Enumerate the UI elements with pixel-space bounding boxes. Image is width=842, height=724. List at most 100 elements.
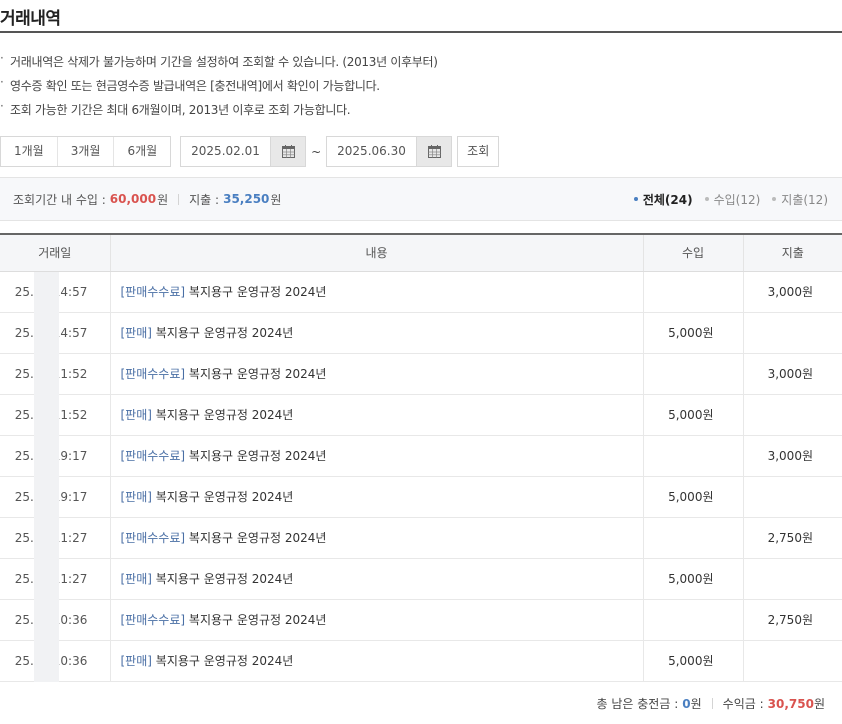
income-amount: 5,000원 <box>642 312 743 354</box>
redaction-mask <box>34 599 59 641</box>
table-row: 25.0 11:27 [판매] 복지용구 운영규정 2024년 5,000원 <box>0 558 842 600</box>
transaction-title[interactable]: 복지용구 운영규정 2024년 <box>156 654 294 668</box>
transaction-title[interactable]: 복지용구 운영규정 2024년 <box>189 613 327 627</box>
page-title-bar: 거래내역 <box>0 0 842 33</box>
tab-all-label: 전체(24) <box>642 192 693 207</box>
expense-amount: 3,000원 <box>742 353 842 395</box>
income-unit: 원 <box>157 192 169 207</box>
table-row: 25.0 11:52 [판매수수료] 복지용구 운영규정 2024년 3,000원 <box>0 353 842 395</box>
start-date-picker: 2025.02.01 <box>180 136 307 167</box>
divider <box>178 193 180 205</box>
income-amount <box>642 353 743 395</box>
transaction-title[interactable]: 복지용구 운영규정 2024년 <box>156 326 294 340</box>
search-button[interactable]: 조회 <box>457 136 500 167</box>
transaction-title[interactable]: 복지용구 운영규정 2024년 <box>156 572 294 586</box>
type-filter-tabs: 전체(24) 수입(12) 지출(12) <box>622 191 828 208</box>
transaction-type-tag: [판매수수료] <box>120 367 186 381</box>
redaction-mask <box>34 271 59 313</box>
transaction-date-cell: 25.0 10:36 <box>0 599 110 641</box>
transaction-type-tag: [판매수수료] <box>120 531 186 545</box>
bullet-icon <box>704 197 709 201</box>
transaction-type-tag: [판매수수료] <box>120 285 186 299</box>
income-amount: 5,000원 <box>642 476 743 518</box>
transaction-date-cell: 25.0 19:17 <box>0 476 110 518</box>
tab-expense[interactable]: 지출(12) <box>772 191 828 208</box>
notice-item: 거래내역은 삭제가 불가능하며 기간을 설정하여 조회할 수 있습니다. (20… <box>0 46 842 74</box>
expense-unit: 원 <box>270 192 282 207</box>
bullet-icon <box>633 197 638 201</box>
transaction-title[interactable]: 복지용구 운영규정 2024년 <box>189 285 327 299</box>
transaction-title[interactable]: 복지용구 운영규정 2024년 <box>189 449 327 463</box>
transaction-date-cell: 25.0 19:17 <box>0 435 110 477</box>
transaction-table-wrap: 거래일 내용 수입 지출 25.0 14:57 [판매수수료] 복지용구 운영규정 … <box>0 233 842 682</box>
transaction-content-cell: [판매] 복지용구 운영규정 2024년 <box>109 476 643 518</box>
expense-amount <box>742 640 842 682</box>
table-row: 25.0 19:17 [판매] 복지용구 운영규정 2024년 5,000원 <box>0 476 842 518</box>
profit-unit: 원 <box>813 697 825 711</box>
transaction-type-tag: [판매] <box>120 654 152 668</box>
redaction-mask <box>34 558 59 600</box>
transaction-date-cell: 25.0 14:57 <box>0 312 110 354</box>
redaction-mask <box>34 517 59 559</box>
redaction-mask <box>34 640 59 682</box>
period-1month-button[interactable]: 1개월 <box>1 137 58 166</box>
column-header-income: 수입 <box>642 233 743 272</box>
transaction-date-cell: 25.0 14:57 <box>0 271 110 313</box>
transaction-date-cell: 25.0 11:27 <box>0 517 110 559</box>
remaining-charge-unit: 원 <box>690 697 702 711</box>
transaction-title[interactable]: 복지용구 운영규정 2024년 <box>156 408 294 422</box>
transaction-title[interactable]: 복지용구 운영규정 2024년 <box>189 367 327 381</box>
end-date-picker: 2025.06.30 <box>326 136 453 167</box>
bullet-icon <box>772 197 777 201</box>
period-3month-button[interactable]: 3개월 <box>57 137 115 166</box>
tab-all[interactable]: 전체(24) <box>633 191 693 208</box>
transaction-table: 거래일 내용 수입 지출 25.0 14:57 [판매수수료] 복지용구 운영규정 … <box>0 233 842 682</box>
income-amount: 5,000원 <box>642 394 743 436</box>
transaction-content-cell: [판매] 복지용구 운영규정 2024년 <box>109 558 643 600</box>
income-amount <box>642 599 743 641</box>
period-summary: 조회기간 내 수입 : 60,000 원 지출 : 35,250 원 <box>13 191 281 208</box>
transaction-title[interactable]: 복지용구 운영규정 2024년 <box>189 531 327 545</box>
table-row: 25.0 11:52 [판매] 복지용구 운영규정 2024년 5,000원 <box>0 394 842 436</box>
transaction-content-cell: [판매] 복지용구 운영규정 2024년 <box>109 640 643 682</box>
page-title: 거래내역 <box>0 9 61 29</box>
transaction-content-cell: [판매] 복지용구 운영규정 2024년 <box>109 394 643 436</box>
column-header-content: 내용 <box>109 233 643 272</box>
transaction-content-cell: [판매수수료] 복지용구 운영규정 2024년 <box>109 517 643 559</box>
transaction-type-tag: [판매수수료] <box>120 449 186 463</box>
expense-amount <box>742 394 842 436</box>
expense-amount: 2,750원 <box>742 517 842 559</box>
transaction-content-cell: [판매수수료] 복지용구 운영규정 2024년 <box>109 599 643 641</box>
redaction-mask <box>34 353 59 395</box>
table-row: 25.0 19:17 [판매수수료] 복지용구 운영규정 2024년 3,000원 <box>0 435 842 477</box>
end-calendar-button[interactable] <box>416 137 452 166</box>
redaction-mask <box>34 312 59 354</box>
transaction-type-tag: [판매] <box>120 490 152 504</box>
expense-amount: 3,000원 <box>742 271 842 313</box>
income-amount <box>642 435 743 477</box>
income-amount: 5,000원 <box>642 640 743 682</box>
transaction-date-cell: 25.0 11:52 <box>0 353 110 395</box>
summary-bar: 조회기간 내 수입 : 60,000 원 지출 : 35,250 원 전체(24… <box>0 177 842 221</box>
transaction-content-cell: [판매수수료] 복지용구 운영규정 2024년 <box>109 435 643 477</box>
end-date-input[interactable]: 2025.06.30 <box>327 137 416 166</box>
tab-income-label: 수입(12) <box>713 192 761 207</box>
tab-income[interactable]: 수입(12) <box>704 191 761 208</box>
calendar-icon <box>281 145 295 158</box>
table-header-row: 거래일 내용 수입 지출 <box>0 233 842 272</box>
expense-amount <box>742 312 842 354</box>
period-6month-button[interactable]: 6개월 <box>114 137 171 166</box>
transaction-content-cell: [판매수수료] 복지용구 운영규정 2024년 <box>109 353 643 395</box>
transaction-title[interactable]: 복지용구 운영규정 2024년 <box>156 490 294 504</box>
redaction-mask <box>34 476 59 518</box>
income-amount <box>642 271 743 313</box>
start-date-input[interactable]: 2025.02.01 <box>181 137 270 166</box>
transaction-content-cell: [판매수수료] 복지용구 운영규정 2024년 <box>109 271 643 313</box>
notice-item: 영수증 확인 또는 현금영수증 발급내역은 [충전내역]에서 확인이 가능합니다… <box>0 70 842 98</box>
start-calendar-button[interactable] <box>270 137 306 166</box>
transaction-date-cell: 25.0 11:52 <box>0 394 110 436</box>
table-row: 25.0 10:36 [판매수수료] 복지용구 운영규정 2024년 2,750원 <box>0 599 842 641</box>
column-header-date: 거래일 <box>0 233 110 272</box>
expense-amount: 3,000원 <box>742 435 842 477</box>
transaction-type-tag: [판매수수료] <box>120 613 186 627</box>
